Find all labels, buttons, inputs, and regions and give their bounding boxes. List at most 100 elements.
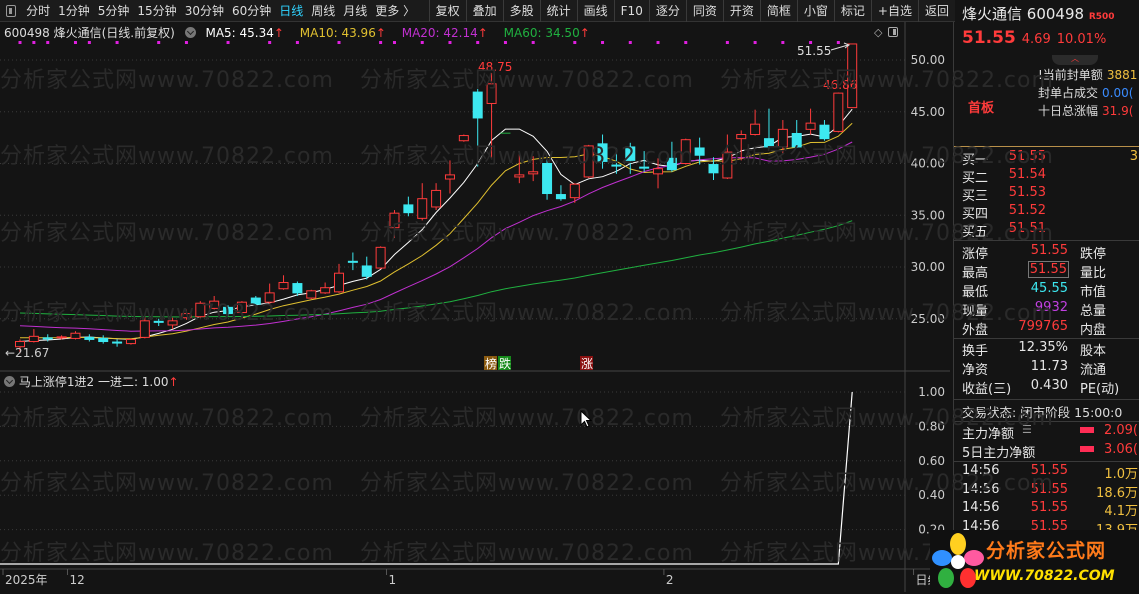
chevron-down-icon[interactable]: [184, 27, 196, 38]
event-marker-zhang[interactable]: 涨: [581, 356, 593, 371]
capital-flow-row[interactable]: 主力净额 ☰ 2.09(: [962, 423, 1139, 442]
toolbar-button[interactable]: 叠加: [465, 0, 503, 22]
candle[interactable]: [847, 43, 858, 109]
toolbar-button[interactable]: F10: [613, 0, 649, 22]
period-tab[interactable]: 周线: [307, 2, 339, 19]
toolbar-button[interactable]: 同资: [685, 0, 723, 22]
indicator-name[interactable]: 马上涨停1进2: [19, 375, 94, 389]
candle-body: [223, 306, 234, 315]
seal-row: !当前封单额 3881: [1038, 68, 1138, 82]
toolbar-button[interactable]: 返回: [917, 0, 955, 22]
candle-body: [195, 302, 206, 318]
kline-chart[interactable]: 50.00 45.00 40.00 35.00 30.00 25.00 1.00 0.80 0.…: [0, 0, 950, 594]
candle[interactable]: [195, 301, 206, 318]
stat-row: 净资 11.73 流通: [962, 359, 1107, 378]
tick-row: 14:56 51.55 4.1万: [962, 500, 1138, 519]
toolbar-button[interactable]: 统计: [539, 0, 577, 22]
bid-row[interactable]: 买一 51.55 3: [962, 149, 1139, 168]
indicator-value: 一进二: 1.00: [97, 375, 169, 389]
candle[interactable]: [583, 144, 594, 178]
candle-body: [722, 151, 733, 179]
signal-dot: [18, 41, 22, 44]
stat-row: 最低 45.55 市值: [962, 281, 1107, 300]
candle-body: [555, 194, 566, 200]
signal-dot: [87, 41, 91, 44]
stat-row: 涨停 51.55 跌停: [962, 243, 1107, 262]
last-price-label: 51.55: [797, 44, 831, 58]
divider: [954, 461, 1139, 462]
toolbar: 分时 1分钟 5分钟 15分钟 30分钟 60分钟 日线 周线 月线 更多 〉 复权 叠加 多股 统计画…: [0, 0, 955, 22]
period-tab[interactable]: 60分钟: [228, 2, 275, 19]
candle-body: [389, 212, 400, 229]
chevron-down-icon[interactable]: [4, 376, 15, 387]
collapse-tab-icon[interactable]: ︿: [1052, 55, 1098, 65]
toolbar-button[interactable]: 开资: [722, 0, 760, 22]
signal-dot: [725, 41, 729, 44]
period-tab[interactable]: 更多 〉: [371, 2, 419, 19]
candle-body: [458, 135, 469, 142]
bid-row[interactable]: 买五 51.51: [962, 221, 1139, 240]
toolbar-button[interactable]: 多股: [502, 0, 540, 22]
toolbar-button[interactable]: 画线: [576, 0, 614, 22]
flow-bar: [1080, 446, 1094, 452]
divider: [954, 338, 1139, 339]
period-tab[interactable]: 日线: [275, 2, 307, 19]
toolbar-button[interactable]: 标记: [833, 0, 871, 22]
flow-bar: [1080, 427, 1094, 433]
candle-body: [542, 163, 553, 195]
bid-row[interactable]: 买三 51.53: [962, 185, 1139, 204]
period-tab[interactable]: 15分钟: [133, 2, 180, 19]
candle-body: [181, 313, 192, 319]
candle-body: [250, 297, 261, 305]
ma60-label: MA60: 34.50↑: [503, 26, 590, 40]
bid-row[interactable]: 买二 51.54: [962, 167, 1139, 186]
period-tab[interactable]: 月线: [339, 2, 371, 19]
candle-body: [361, 265, 372, 277]
candle[interactable]: [680, 138, 691, 165]
candle[interactable]: [833, 92, 844, 133]
signal-dot: [448, 41, 452, 44]
period-tab[interactable]: 分时: [22, 2, 54, 19]
panel-toggle-icon[interactable]: [888, 27, 899, 37]
period-tab[interactable]: 5分钟: [94, 2, 134, 19]
signal-dot: [531, 41, 535, 44]
candle[interactable]: [125, 338, 136, 345]
period-tab[interactable]: 30分钟: [181, 2, 228, 19]
event-marker-die[interactable]: 跌: [499, 356, 511, 371]
signal-dot: [73, 41, 77, 44]
capital-flow-row[interactable]: 5日主力净额 3.06(: [962, 442, 1139, 461]
trade-status: 交易状态: 闭市阶段 15:00:0: [962, 405, 1123, 420]
indicator-title: 马上涨停1进2 一进二: 1.00↑: [4, 373, 179, 390]
candle-body: [805, 122, 816, 130]
toolbar-button[interactable]: 简框: [759, 0, 797, 22]
list-icon[interactable]: ☰: [1022, 423, 1032, 436]
candle-body: [84, 336, 95, 340]
toolbar-button[interactable]: 逐分: [648, 0, 686, 22]
candle[interactable]: [375, 246, 386, 270]
candle-body: [666, 157, 677, 171]
price-tick-label: 30.00: [911, 260, 945, 274]
bid-row[interactable]: 买四 51.52: [962, 203, 1139, 222]
candle[interactable]: [236, 301, 247, 314]
event-marker-bang[interactable]: 榜: [485, 356, 497, 371]
toolbar-button[interactable]: 小窗: [796, 0, 834, 22]
candle-body: [431, 189, 442, 208]
first-board-tag: 首板: [968, 101, 995, 116]
candle[interactable]: [458, 134, 469, 142]
sidebar-toggle-icon[interactable]: [6, 4, 17, 17]
candle-body: [583, 145, 594, 178]
candle-body: [708, 164, 719, 174]
candle[interactable]: [306, 289, 317, 300]
seal-row: 封单占成交 0.00(: [1038, 86, 1134, 100]
candle[interactable]: [542, 159, 553, 200]
diamond-icon[interactable]: ◇: [874, 26, 882, 39]
r500-badge: R500: [1088, 12, 1115, 22]
signal-dot: [628, 41, 632, 44]
toolbar-button[interactable]: +自选: [870, 0, 918, 22]
candle-body: [209, 300, 220, 309]
toolbar-button[interactable]: 复权: [428, 0, 466, 22]
price-tick-label: 45.00: [911, 105, 945, 119]
candle-body: [736, 134, 747, 140]
signal-dot: [392, 41, 396, 44]
period-tab[interactable]: 1分钟: [54, 2, 94, 19]
